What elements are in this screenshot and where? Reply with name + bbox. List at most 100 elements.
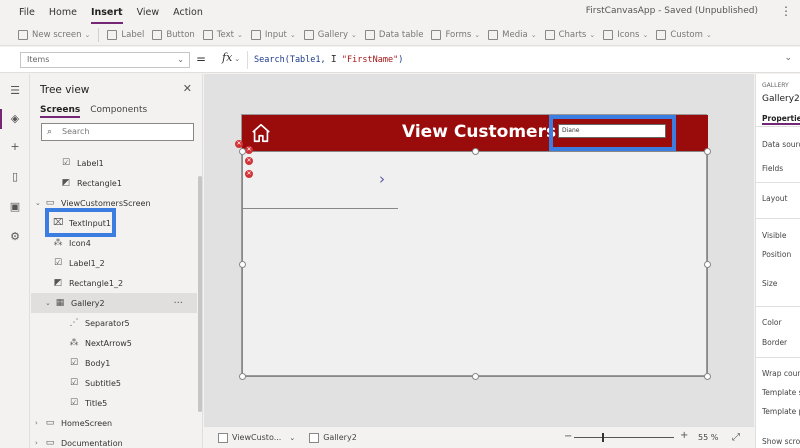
tab-screens[interactable]: Screens [40,105,81,118]
equals-sign: = [196,52,207,66]
breadcrumb-screen[interactable]: ViewCusto... ⌄ [218,432,295,443]
layers-icon[interactable]: ◈ [0,109,22,129]
formula-input[interactable]: Search(Table1, I "FirstName") [254,54,403,65]
tools-icon[interactable]: ⚙ [8,230,22,244]
gallery-menu-button[interactable]: Gallery ⌄ [303,29,357,40]
fit-to-window-icon[interactable]: ⤢ [732,432,740,443]
tree-item-documentation[interactable]: › ▭ Documentation [31,433,197,448]
label-button[interactable]: Label [107,29,144,40]
error-icon[interactable]: ✕ [245,157,253,165]
chevron-down-icon[interactable]: ⌄ [35,199,45,207]
prop-wrap-count[interactable]: Wrap count [762,369,800,378]
more-options-icon[interactable]: ⋮ [780,4,792,18]
text-menu-button[interactable]: Text ⌄ [202,29,243,40]
control-name[interactable]: Gallery2 [762,94,800,104]
chevron-right-icon[interactable]: › [35,419,45,427]
database-icon[interactable]: ▯ [8,170,22,184]
prop-fields[interactable]: Fields [762,164,783,173]
data-table-button[interactable]: Data table [364,29,423,40]
breadcrumb-control[interactable]: Gallery2 [309,432,357,443]
prop-position[interactable]: Position [762,250,791,259]
chevron-down-icon[interactable]: ⌄ [45,299,55,307]
media-icon[interactable]: ▣ [8,200,22,214]
prop-color[interactable]: Color [762,318,782,327]
tree-item-nextarrow5[interactable]: ⁂ NextArrow5 [31,333,197,353]
tab-components[interactable]: Components [90,105,147,118]
gallery2[interactable]: › ✕ ✕ ✕ ✕ [235,140,711,380]
forms-icon [431,29,442,40]
tree-item-title5[interactable]: ☑ Title5 [31,393,197,413]
tree-item-gallery2[interactable]: ⌄ ▦ Gallery2 ··· [31,293,197,313]
page-title[interactable]: View Customers [402,122,556,142]
prop-visible[interactable]: Visible [762,231,787,240]
view-customers-screen[interactable]: View Customers Diane › ✕ ✕ ✕ ✕ [235,114,711,380]
home-icon[interactable] [250,122,272,144]
plus-icon[interactable]: + [8,140,22,154]
close-icon[interactable]: ✕ [183,82,192,95]
tree-item-homescreen[interactable]: › ▭ HomeScreen [31,413,197,433]
menu-home[interactable]: Home [49,3,77,22]
label-icon [107,29,118,40]
resize-handle[interactable] [239,261,246,268]
menu-action[interactable]: Action [173,3,203,22]
tree-item-subtitle5[interactable]: ☑ Subtitle5 [31,373,197,393]
resize-handle[interactable] [704,148,711,155]
input-menu-button[interactable]: Input ⌄ [250,29,296,40]
error-icon[interactable]: ✕ [245,146,253,154]
chevron-down-icon[interactable]: ⌄ [784,53,792,63]
tree-item-rectangle1[interactable]: ◩ Rectangle1 [31,173,197,193]
tree-item-label1-2[interactable]: ☑ Label1_2 [31,253,197,273]
property-dropdown[interactable]: Items ⌄ [20,52,190,68]
resize-handle[interactable] [239,148,246,155]
chevron-down-icon: ⌄ [474,30,481,39]
header-rectangle[interactable]: View Customers Diane [242,115,708,151]
prop-size[interactable]: Size [762,279,777,288]
button-button[interactable]: Button [152,29,195,40]
tree-search-input[interactable]: ⌕ Search [41,123,194,141]
prop-template-padding[interactable]: Template padding [762,407,800,416]
prop-show-scrollbar[interactable]: Show scrollbar [762,437,800,446]
tree-item-separator5[interactable]: ⋰ Separator5 [31,313,197,333]
icons-menu-button[interactable]: Icons ⌄ [603,29,648,40]
resize-handle[interactable] [704,261,711,268]
charts-menu-button[interactable]: Charts ⌄ [544,29,595,40]
menu-insert[interactable]: Insert [90,3,123,24]
media-menu-button[interactable]: Media ⌄ [488,29,537,40]
prop-data-source[interactable]: Data source [762,140,800,149]
arrow-icon: ⁂ [69,338,79,348]
insert-toolbar: New screen ⌄ Label Button Text ⌄ Input ⌄ Ga… [0,24,800,46]
zoom-in-button[interactable]: + [680,430,688,441]
resize-handle[interactable] [704,373,711,380]
prop-template-size[interactable]: Template size [762,388,800,397]
tree-view-title: Tree view [40,84,90,96]
chevron-right-icon[interactable]: › [35,439,45,447]
next-arrow-icon[interactable]: › [379,170,385,188]
tree-item-label1[interactable]: ☑ Label1 [31,153,197,173]
tree-item-rectangle1-2[interactable]: ◩ Rectangle1_2 [31,273,197,293]
search-icon: ⌕ [47,127,53,137]
zoom-slider-thumb[interactable] [602,433,604,442]
resize-handle[interactable] [239,373,246,380]
design-canvas[interactable]: View Customers Diane › ✕ ✕ ✕ ✕ [204,74,754,426]
tree-item-body1[interactable]: ☑ Body1 [31,353,197,373]
menu-file[interactable]: File [19,3,35,22]
more-options-icon[interactable]: ··· [173,298,183,309]
prop-border[interactable]: Border [762,338,787,347]
zoom-out-button[interactable]: − [564,431,572,442]
tree-scrollbar[interactable] [198,176,202,412]
forms-menu-button[interactable]: Forms ⌄ [431,29,481,40]
custom-icon [656,29,667,40]
tab-properties[interactable]: Properties [762,114,800,125]
resize-handle[interactable] [472,148,479,155]
new-screen-button[interactable]: New screen ⌄ [18,29,90,40]
zoom-slider[interactable] [574,437,674,438]
error-icon[interactable]: ✕ [235,140,243,148]
menu-view[interactable]: View [137,3,160,22]
error-icon[interactable]: ✕ [245,170,253,178]
fx-button[interactable]: fx ⌄ [216,51,248,69]
chevron-down-icon: ⌄ [705,30,712,39]
resize-handle[interactable] [472,373,479,380]
hamburger-icon[interactable]: ☰ [8,84,22,98]
prop-layout[interactable]: Layout [762,194,788,203]
custom-menu-button[interactable]: Custom ⌄ [656,29,712,40]
